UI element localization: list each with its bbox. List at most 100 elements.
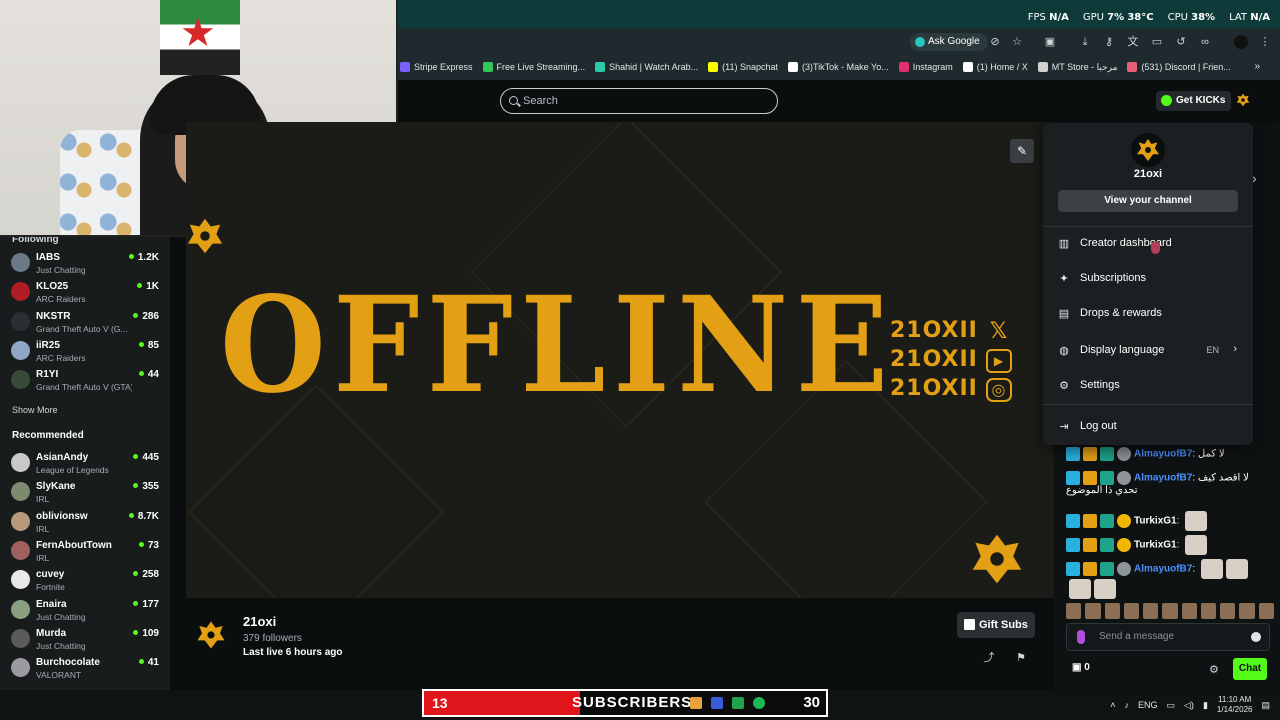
bookmark-item[interactable]: Stripe Express bbox=[400, 62, 473, 72]
video-player[interactable]: OFFLINE 21OXII 𝕏 21OXII ▶ 21OXII ◎ ✎ bbox=[186, 122, 1054, 598]
performance-overlay: FPS N/A GPU 7% 38°C CPU 38% LAT N/A bbox=[1028, 12, 1270, 23]
link-icon[interactable]: ∞ bbox=[1198, 35, 1212, 49]
bookmark-item[interactable]: Free Live Streaming... bbox=[482, 62, 585, 72]
sidebar-channel-item[interactable]: iiR25 ARC Raiders 85 bbox=[0, 336, 170, 365]
chart-icon: ▥ bbox=[1058, 238, 1070, 250]
bookmark-item[interactable]: (1) Home / X bbox=[962, 62, 1028, 72]
viewer-count: 44 bbox=[139, 369, 159, 380]
gift-subs-button[interactable]: Gift Subs bbox=[957, 612, 1035, 638]
history-icon[interactable]: ↺ bbox=[1174, 35, 1188, 49]
sidebar-channel-item[interactable]: R1YI Grand Theft Auto V (GTA) 44 bbox=[0, 365, 170, 394]
channel-avatar[interactable] bbox=[193, 617, 229, 653]
chat-text: لا كمل bbox=[1197, 448, 1225, 460]
menu-item-drops-rewards[interactable]: ▤ Drops & rewards bbox=[1043, 300, 1253, 328]
wall-flag bbox=[160, 0, 240, 75]
gift-subs-label: Gift Subs bbox=[979, 619, 1028, 631]
sidebar-channel-item[interactable]: SlyKane IRL 355 bbox=[0, 477, 170, 506]
app-icon[interactable] bbox=[690, 697, 702, 709]
channel-avatar bbox=[11, 311, 30, 331]
profile-icon[interactable] bbox=[1234, 35, 1248, 49]
chat-message-input[interactable]: Send a message bbox=[1066, 623, 1270, 651]
chat-badge-icon bbox=[1117, 447, 1131, 461]
sidebar-channel-item[interactable]: FernAboutTown IRL 73 bbox=[0, 536, 170, 565]
language-indicator[interactable]: ENG bbox=[1138, 700, 1158, 710]
show-more-link[interactable]: Show More bbox=[12, 405, 58, 415]
sidebar-channel-item[interactable]: Murda Just Chatting 109 bbox=[0, 624, 170, 653]
report-icon[interactable]: ⚑ bbox=[1015, 652, 1027, 664]
sidebar-channel-item[interactable]: AsianAndy League of Legends 445 bbox=[0, 448, 170, 477]
bookmark-favicon-icon bbox=[788, 62, 799, 72]
xbox-icon[interactable] bbox=[732, 697, 744, 709]
ask-google-button[interactable]: Ask Google bbox=[910, 33, 988, 51]
menu-item-settings[interactable]: ⚙ Settings bbox=[1043, 372, 1253, 400]
bookmarks-overflow-icon[interactable]: » bbox=[1254, 61, 1260, 72]
card-icon[interactable]: ▭ bbox=[1150, 35, 1164, 49]
chat-username[interactable]: AlmayuofB7 bbox=[1134, 564, 1192, 575]
search-input[interactable]: Search bbox=[500, 88, 778, 114]
battery-icon[interactable]: ▮ bbox=[1203, 700, 1208, 711]
user-avatar-button[interactable] bbox=[1236, 93, 1250, 107]
chat-username[interactable]: AlmayuofB7 bbox=[1134, 473, 1192, 484]
channel-avatar bbox=[11, 482, 30, 502]
chat-username[interactable]: TurkixG1 bbox=[1134, 540, 1177, 551]
notification-icon[interactable]: ▤ bbox=[1261, 700, 1270, 711]
chat-separator: : bbox=[1176, 539, 1183, 551]
chat-settings-icon[interactable]: ⚙ bbox=[1209, 663, 1219, 676]
menu-item-log-out[interactable]: ⇥ Log out bbox=[1043, 413, 1253, 441]
menu-item-subscriptions[interactable]: ✦ Subscriptions bbox=[1043, 265, 1253, 293]
get-kicks-button[interactable]: Get KICKs bbox=[1156, 91, 1232, 111]
key-icon[interactable]: ⚷ bbox=[1102, 35, 1116, 49]
channel-avatar bbox=[11, 511, 30, 531]
sidebar-channel-item[interactable]: Burchocolate VALORANT 41 bbox=[0, 653, 170, 682]
channel-avatar bbox=[11, 570, 30, 590]
sidebar-channel-item[interactable]: KLO25 ARC Raiders 1K bbox=[0, 277, 170, 306]
bookmark-item[interactable]: (11) Snapchat bbox=[708, 62, 778, 72]
channel-category: IRL bbox=[36, 494, 50, 505]
app-icon[interactable] bbox=[711, 697, 723, 709]
emote-image bbox=[1185, 511, 1208, 531]
channel-name[interactable]: 21oxi bbox=[243, 614, 276, 629]
eye-off-icon[interactable]: ⊘ bbox=[988, 35, 1002, 49]
clock[interactable]: 11:10 AM 1/14/2026 bbox=[1217, 695, 1253, 715]
sidebar-channel-item[interactable]: NKSTR Grand Theft Auto V (G... 286 bbox=[0, 307, 170, 336]
sidebar-channel-item[interactable]: oblivionsw IRL 8.7K bbox=[0, 507, 170, 536]
mic-icon[interactable] bbox=[1077, 630, 1085, 644]
chevron-up-icon[interactable]: ˄ bbox=[1110, 700, 1115, 710]
viewer-count: 355 bbox=[133, 481, 159, 492]
share-icon[interactable]: ⤴ bbox=[983, 652, 995, 664]
menu-item-display-language[interactable]: ◍ Display language EN › bbox=[1043, 337, 1253, 365]
translate-icon[interactable]: 文 bbox=[1126, 35, 1140, 49]
spotify-icon[interactable] bbox=[753, 697, 765, 709]
chat-badge-icon bbox=[1100, 538, 1114, 552]
bookmark-item[interactable]: Instagram bbox=[898, 62, 953, 72]
emoji-icon[interactable] bbox=[1251, 632, 1261, 642]
bookmark-item[interactable]: MT Store - مرحبا bbox=[1037, 62, 1117, 73]
chat-send-button[interactable]: Chat bbox=[1233, 658, 1267, 680]
volume-icon[interactable]: ◁) bbox=[1184, 700, 1194, 711]
menu-avatar bbox=[1131, 133, 1165, 167]
sidebar-channel-item[interactable]: Enaira Just Chatting 177 bbox=[0, 595, 170, 624]
channel-points[interactable]: ▣ 0 bbox=[1072, 662, 1090, 673]
bookmark-item[interactable]: Shahid | Watch Arab... bbox=[595, 62, 698, 72]
bookmark-label: (3)TikTok - Make Yo... bbox=[802, 62, 889, 72]
menu-item-label: Subscriptions bbox=[1080, 272, 1147, 284]
bookmark-item[interactable]: (531) Discord | Frien... bbox=[1127, 62, 1231, 72]
bookmark-star-icon[interactable]: ☆ bbox=[1010, 35, 1024, 49]
download-icon[interactable]: ⤓ bbox=[1078, 35, 1092, 49]
menu-dots-icon[interactable]: ⋮ bbox=[1258, 35, 1272, 49]
gift-icon: ▤ bbox=[1058, 308, 1070, 320]
sidebar-channel-item[interactable]: cuvey Fortnite 258 bbox=[0, 565, 170, 594]
extensions-icon[interactable]: ▣ bbox=[1043, 35, 1057, 49]
bookmark-item[interactable]: (3)TikTok - Make Yo... bbox=[788, 62, 889, 72]
chat-username[interactable]: TurkixG1 bbox=[1134, 516, 1177, 527]
view-channel-button[interactable]: View your channel bbox=[1058, 190, 1238, 212]
chat-username[interactable]: AlmayuofB7 bbox=[1134, 449, 1192, 460]
emote-strip[interactable] bbox=[1066, 603, 1274, 619]
chat-badge-icon bbox=[1066, 514, 1080, 528]
mic-tray-icon[interactable]: ♪ bbox=[1124, 700, 1129, 710]
menu-item-creator-dashboard[interactable]: ▥ Creator dashboard bbox=[1043, 230, 1253, 258]
last-live-status: Last live 6 hours ago bbox=[243, 647, 343, 658]
sidebar-channel-item[interactable]: IABS Just Chatting 1.2K bbox=[0, 248, 170, 277]
network-icon[interactable]: ▭ bbox=[1167, 700, 1176, 711]
edit-banner-button[interactable]: ✎ bbox=[1010, 139, 1034, 163]
